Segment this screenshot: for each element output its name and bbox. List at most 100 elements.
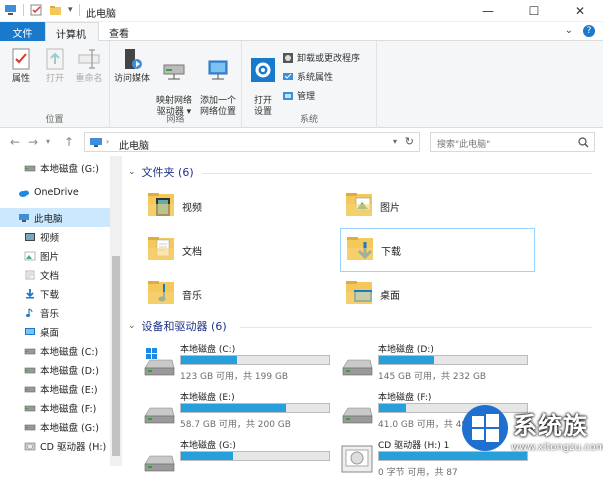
folders-section-title: 文件夹 (6) <box>141 166 194 179</box>
divider <box>240 327 592 328</box>
video-folder-icon <box>142 190 182 223</box>
documents-folder-icon <box>142 234 182 267</box>
nav-item[interactable]: 文档 <box>0 265 110 284</box>
nav-scrollbar-thumb[interactable] <box>112 256 120 456</box>
tab-computer[interactable]: 计算机 <box>45 22 99 42</box>
nav-item[interactable]: 图片 <box>0 246 110 265</box>
folder-tile[interactable]: 图片 <box>340 184 535 228</box>
folder-tile[interactable]: 音乐 <box>142 272 337 316</box>
recent-locations-chevron-icon[interactable]: ▾ <box>46 137 50 146</box>
drive-tile[interactable]: 本地磁盘 (D:) 145 GB 可用，共 232 GB <box>340 340 535 384</box>
nav-item-label: 文档 <box>40 270 60 282</box>
pc-icon <box>18 213 30 223</box>
folder-tile[interactable]: 桌面 <box>340 272 535 316</box>
help-icon[interactable]: ? <box>583 25 595 37</box>
search-field[interactable]: 搜索"此电脑" <box>430 132 595 152</box>
divider <box>23 4 24 16</box>
maximize-button[interactable]: ☐ <box>511 0 557 22</box>
folders-section-header[interactable]: ⌄ 文件夹 (6) <box>128 164 194 180</box>
drive-icon <box>24 163 36 173</box>
drive-usage-fill <box>181 356 238 364</box>
manage-button[interactable]: 管理 <box>282 89 315 102</box>
navigation-pane: 本地磁盘 (G:) OneDrive 此电脑视频图片文档下载 音乐 桌面 本地磁盘 (C:… <box>0 156 122 466</box>
nav-item-label: 视频 <box>40 232 60 244</box>
network-drive-icon <box>163 64 185 80</box>
open-button[interactable]: 打开 <box>38 46 72 85</box>
nav-item[interactable]: 本地磁盘 (G:) <box>0 158 110 177</box>
nav-item[interactable]: 本地磁盘 (F:) <box>0 398 110 417</box>
uninstall-program-button[interactable]: 卸载或更改程序 <box>282 51 360 64</box>
pc-icon <box>90 138 102 147</box>
media-server-icon <box>125 49 142 69</box>
nav-item[interactable]: 本地磁盘 (C:) <box>0 341 110 360</box>
drive-tile[interactable]: 本地磁盘 (C:) 123 GB 可用，共 199 GB <box>142 340 337 384</box>
drive-icon <box>24 403 36 413</box>
add-network-location-button[interactable]: 添加一个 网络位置 <box>196 46 240 118</box>
nav-scrollbar[interactable] <box>110 156 122 466</box>
nav-item[interactable]: 下载 <box>0 284 110 303</box>
tab-file[interactable]: 文件 <box>0 22 45 41</box>
nav-item[interactable]: CD 驱动器 (H:) <box>0 436 110 455</box>
drive-icon <box>24 346 36 356</box>
desktop-folder-icon <box>340 278 380 311</box>
open-settings-button[interactable]: 打开 设置 <box>246 46 280 118</box>
expand-ribbon-chevron-icon[interactable]: ⌄ <box>565 25 573 37</box>
watermark-text: 系统族 <box>513 412 588 440</box>
nav-item-label: 本地磁盘 (G:) <box>40 163 99 175</box>
pictures-folder-icon <box>24 251 36 261</box>
nav-item[interactable]: 桌面 <box>0 322 110 341</box>
drive-name: 本地磁盘 (F:) <box>378 393 432 403</box>
nav-item[interactable]: 音乐 <box>0 303 110 322</box>
drive-usage-bar <box>180 451 330 461</box>
forward-arrow-icon[interactable]: → <box>28 135 38 149</box>
pictures-folder-icon <box>340 190 380 223</box>
nav-item[interactable]: OneDrive <box>0 183 110 202</box>
nav-item[interactable]: 此电脑 <box>0 208 110 227</box>
access-media-button[interactable]: 访问媒体 <box>112 46 152 85</box>
drive-usage-fill <box>379 356 434 364</box>
customize-chevron-icon[interactable]: ▾ <box>68 5 73 15</box>
nav-item[interactable]: 本地磁盘 (E:) <box>0 379 110 398</box>
drive-name: 本地磁盘 (G:) <box>180 441 236 451</box>
system-properties-button[interactable]: 系统属性 <box>282 70 333 83</box>
properties-button[interactable]: 属性 <box>4 46 38 85</box>
folder-tile[interactable]: 文档 <box>142 228 337 272</box>
cd-drive-icon <box>24 441 36 451</box>
properties-check-icon[interactable] <box>30 4 43 16</box>
address-field[interactable]: › 此电脑 ▾ ↻ <box>84 132 420 152</box>
pc-icon[interactable] <box>4 4 17 16</box>
new-folder-icon[interactable] <box>49 4 62 16</box>
properties-label: 属性 <box>11 74 30 84</box>
tab-view[interactable]: 查看 <box>99 22 139 41</box>
up-arrow-icon[interactable]: ↑ <box>64 135 74 149</box>
close-button[interactable]: ✕ <box>557 0 603 22</box>
drive-tile[interactable]: 本地磁盘 (E:) 58.7 GB 可用，共 200 GB <box>142 388 337 432</box>
drive-icon <box>24 384 36 394</box>
collapse-chevron-icon[interactable]: ⌄ <box>128 321 136 331</box>
back-arrow-icon[interactable]: ← <box>10 135 20 149</box>
system-properties-label: 系统属性 <box>297 73 334 83</box>
drive-name: 本地磁盘 (E:) <box>180 393 235 403</box>
collapse-chevron-icon[interactable]: ⌄ <box>128 167 136 177</box>
map-network-drive-button[interactable]: 映射网络 驱动器 ▾ <box>152 46 196 118</box>
folder-label: 下载 <box>381 246 401 258</box>
ribbon: 属性 打开 重命名 位置 访问媒体 映射网络 驱动器 ▾ 添加一个 网络位置 网… <box>0 41 603 128</box>
breadcrumb-chevron-icon[interactable]: › <box>106 137 109 146</box>
drive-usage-fill <box>181 452 233 460</box>
drive-space-info: 123 GB 可用，共 199 GB <box>180 372 289 382</box>
nav-item[interactable]: 本地磁盘 (G:) <box>0 417 110 436</box>
folder-tile[interactable]: 下载 <box>340 228 535 272</box>
folder-label: 图片 <box>380 202 400 214</box>
nav-item[interactable]: 本地磁盘 (D:) <box>0 360 110 379</box>
onedrive-icon <box>18 188 30 198</box>
drive-tile[interactable]: 本地磁盘 (G:) <box>142 436 337 480</box>
minimize-button[interactable]: — <box>465 0 511 22</box>
nav-item[interactable]: 视频 <box>0 227 110 246</box>
folder-label: 桌面 <box>380 290 400 302</box>
drives-section-header[interactable]: ⌄ 设备和驱动器 (6) <box>128 318 227 334</box>
address-dropdown-chevron-icon[interactable]: ▾ <box>393 137 397 146</box>
folder-tile[interactable]: 视频 <box>142 184 337 228</box>
breadcrumb-this-pc[interactable]: 此电脑 <box>119 137 149 152</box>
refresh-icon[interactable]: ↻ <box>405 135 414 148</box>
rename-button[interactable]: 重命名 <box>72 46 106 85</box>
